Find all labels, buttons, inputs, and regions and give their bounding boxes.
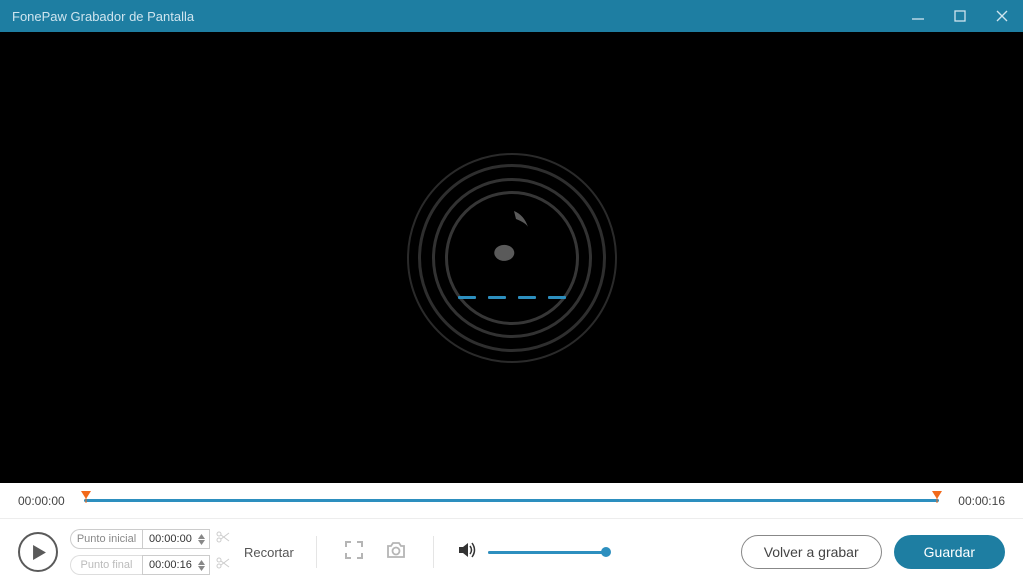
trim-start-stepper[interactable]	[198, 534, 205, 545]
preview-area	[0, 32, 1023, 483]
maximize-button[interactable]	[939, 0, 981, 32]
trim-start-marker[interactable]	[81, 490, 91, 508]
trim-end-value: 00:00:16	[149, 559, 192, 571]
trim-end-label: Punto final	[70, 555, 142, 575]
volume-control	[456, 539, 606, 566]
play-button[interactable]	[18, 532, 58, 572]
trim-start-value: 00:00:00	[149, 533, 192, 545]
close-button[interactable]	[981, 0, 1023, 32]
scissors-icon	[216, 530, 230, 548]
audio-level-indicator	[458, 296, 566, 299]
save-button[interactable]: Guardar	[894, 535, 1005, 569]
scissors-icon	[216, 556, 230, 574]
divider	[433, 536, 434, 568]
timeline-row: 00:00:00 00:00:16	[0, 483, 1023, 519]
trim-start-label: Punto inicial	[70, 529, 142, 549]
timeline-track[interactable]	[84, 491, 939, 511]
time-start-label: 00:00:00	[18, 494, 70, 508]
divider	[316, 536, 317, 568]
trim-end-stepper[interactable]	[198, 560, 205, 571]
volume-icon[interactable]	[456, 539, 478, 566]
music-note-icon	[484, 203, 540, 278]
fullscreen-icon[interactable]	[339, 535, 369, 570]
trim-start-input[interactable]: 00:00:00	[142, 529, 210, 549]
titlebar: FonePaw Grabador de Pantalla	[0, 0, 1023, 32]
window-title: FonePaw Grabador de Pantalla	[12, 9, 897, 24]
trim-end-input[interactable]: 00:00:16	[142, 555, 210, 575]
minimize-button[interactable]	[897, 0, 939, 32]
time-end-label: 00:00:16	[953, 494, 1005, 508]
controls-row: Punto inicial 00:00:00 Punto final 00:00…	[0, 519, 1023, 585]
audio-placeholder	[407, 153, 617, 363]
trim-end-marker[interactable]	[932, 490, 942, 508]
volume-slider[interactable]	[488, 551, 606, 554]
window-controls	[897, 0, 1023, 32]
cut-button[interactable]: Recortar	[244, 545, 294, 560]
trim-controls: Punto inicial 00:00:00 Punto final 00:00…	[70, 529, 230, 575]
rerecord-button[interactable]: Volver a grabar	[741, 535, 882, 569]
camera-icon[interactable]	[381, 535, 411, 570]
